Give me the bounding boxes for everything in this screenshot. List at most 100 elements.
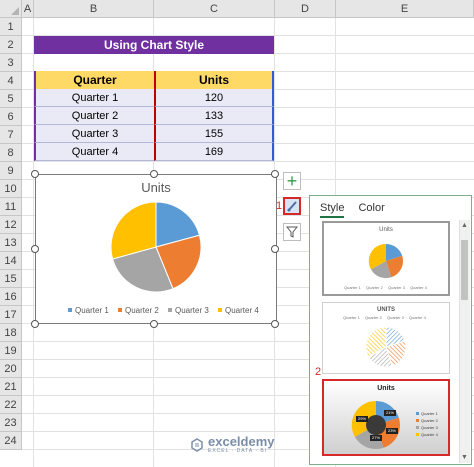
- legend-swatch: [218, 308, 222, 312]
- resize-handle[interactable]: [271, 320, 279, 328]
- style-thumb-2[interactable]: UNITS Quarter 1 Quarter 2 Quarter 3 Quar…: [322, 302, 450, 374]
- slice-label: 23%: [388, 428, 396, 433]
- resize-handle[interactable]: [31, 320, 39, 328]
- resize-handle[interactable]: [150, 320, 158, 328]
- row-header[interactable]: 8: [0, 144, 22, 162]
- thumb-legend-item: Quarter 3: [421, 425, 439, 430]
- row-header[interactable]: 21: [0, 378, 22, 396]
- thumb-legend-item: Quarter 3: [387, 315, 405, 320]
- thumb-legend-item: Quarter 1: [343, 315, 361, 320]
- row-header[interactable]: 20: [0, 360, 22, 378]
- tab-style[interactable]: Style: [320, 202, 345, 218]
- chart-legend: Quarter 1 Quarter 2 Quarter 3 Quarter 4: [68, 306, 259, 315]
- column-header-a[interactable]: A: [22, 0, 34, 18]
- scroll-down-icon[interactable]: ▼: [461, 454, 468, 461]
- table-header-row: Quarter Units: [34, 71, 274, 89]
- watermark-tagline: EXCEL · DATA · BI: [208, 448, 268, 454]
- select-all-corner[interactable]: [0, 0, 22, 18]
- legend-label: Quarter 4: [225, 306, 259, 315]
- data-table: Quarter Units Quarter 1 120 Quarter 2 133 Qu…: [34, 71, 274, 161]
- filter-icon: [286, 226, 298, 238]
- chart-title: Units: [141, 180, 171, 195]
- thumb-legend-item: Quarter 2: [366, 285, 384, 290]
- quarter-cell[interactable]: Quarter 3: [34, 125, 154, 143]
- row-header[interactable]: 10: [0, 180, 22, 198]
- row-header[interactable]: 13: [0, 234, 22, 252]
- slice-label: 21%: [386, 410, 394, 415]
- row-header[interactable]: 24: [0, 432, 22, 450]
- resize-handle[interactable]: [150, 170, 158, 178]
- thumb-legend-item: Quarter 1: [421, 411, 439, 416]
- resize-handle[interactable]: [271, 170, 279, 178]
- scroll-thumb[interactable]: [461, 240, 468, 300]
- row-header[interactable]: 11: [0, 198, 22, 216]
- thumb-legend-item: Quarter 1: [344, 285, 362, 290]
- pie-slices: [110, 201, 202, 293]
- row-header[interactable]: 14: [0, 252, 22, 270]
- resize-handle[interactable]: [31, 245, 39, 253]
- chart-filters-button[interactable]: [283, 223, 301, 241]
- thumb-legend-item: Quarter 4: [409, 315, 427, 320]
- row-header[interactable]: 7: [0, 126, 22, 144]
- column-header-d[interactable]: D: [275, 0, 336, 18]
- chart-elements-button[interactable]: +: [283, 172, 301, 190]
- quarter-cell[interactable]: Quarter 2: [34, 107, 154, 125]
- units-cell[interactable]: 133: [154, 107, 274, 125]
- quarter-cell[interactable]: Quarter 1: [34, 89, 154, 107]
- row-header[interactable]: 1: [0, 18, 22, 36]
- units-cell[interactable]: 169: [154, 143, 274, 161]
- resize-handle[interactable]: [271, 245, 279, 253]
- chart-style-panel: Style Color Units Quarter 1 Quarter 2 Qu…: [309, 195, 472, 465]
- plus-icon: +: [286, 171, 298, 191]
- sheet-title-cell[interactable]: Using Chart Style: [34, 36, 274, 54]
- row-header[interactable]: 4: [0, 72, 22, 90]
- thumb-legend-item: Quarter 3: [388, 285, 406, 290]
- row-header[interactable]: 19: [0, 342, 22, 360]
- row-header[interactable]: 2: [0, 36, 22, 54]
- row-header[interactable]: 23: [0, 414, 22, 432]
- thumb-legend-item: Quarter 4: [410, 285, 428, 290]
- row-header[interactable]: 15: [0, 270, 22, 288]
- brush-icon: [287, 201, 297, 212]
- units-cell[interactable]: 120: [154, 89, 274, 107]
- legend-label: Quarter 3: [175, 306, 209, 315]
- scroll-up-icon[interactable]: ▲: [461, 222, 468, 229]
- row-header[interactable]: 6: [0, 108, 22, 126]
- row-header[interactable]: 3: [0, 54, 22, 72]
- header-quarter[interactable]: Quarter: [34, 71, 154, 89]
- exceldemy-logo-icon: [191, 438, 203, 452]
- legend-swatch: [118, 308, 122, 312]
- slice-label: 29%: [358, 416, 366, 421]
- panel-scrollbar[interactable]: ▲ ▼: [459, 220, 470, 463]
- row-header[interactable]: 5: [0, 90, 22, 108]
- units-cell[interactable]: 155: [154, 125, 274, 143]
- thumb-3-pie: 21% 23% 27% 29% Quarter 1 Quarter 2 Quar…: [351, 400, 439, 450]
- legend-swatch: [168, 308, 172, 312]
- step-2-label: 2: [315, 366, 322, 378]
- column-header-e[interactable]: E: [336, 0, 474, 18]
- panel-tabs: Style Color: [320, 202, 385, 218]
- style-thumb-1[interactable]: Units Quarter 1 Quarter 2 Quarter 3 Quar…: [322, 221, 450, 296]
- row-header[interactable]: 18: [0, 324, 22, 342]
- header-units[interactable]: Units: [154, 71, 274, 89]
- watermark: exceldemy EXCEL · DATA · BI: [190, 434, 275, 454]
- legend-label: Quarter 1: [75, 306, 109, 315]
- resize-handle[interactable]: [31, 170, 39, 178]
- column-header-b[interactable]: B: [34, 0, 154, 18]
- row-header[interactable]: 16: [0, 288, 22, 306]
- row-header[interactable]: 9: [0, 162, 22, 180]
- row-header[interactable]: 12: [0, 216, 22, 234]
- pie-chart[interactable]: Units Quarter 1 Quarter 2 Quarter 3 Quarter…: [35, 174, 277, 324]
- chart-styles-button[interactable]: [283, 197, 301, 215]
- watermark-name: exceldemy: [208, 434, 275, 449]
- column-header-c[interactable]: C: [154, 0, 275, 18]
- quarter-cell[interactable]: Quarter 4: [34, 143, 154, 161]
- step-1-label: 1: [276, 200, 283, 212]
- row-header[interactable]: 17: [0, 306, 22, 324]
- row-header[interactable]: 22: [0, 396, 22, 414]
- style-thumb-3[interactable]: Units 21% 23% 27% 29% Quarter 1 Quarter …: [322, 379, 450, 456]
- thumb-1-pie: Quarter 1 Quarter 2 Quarter 3 Quarter 4: [344, 243, 428, 290]
- tab-color[interactable]: Color: [358, 202, 384, 218]
- table-row: Quarter 2 133: [34, 107, 274, 125]
- table-row: Quarter 3 155: [34, 125, 274, 143]
